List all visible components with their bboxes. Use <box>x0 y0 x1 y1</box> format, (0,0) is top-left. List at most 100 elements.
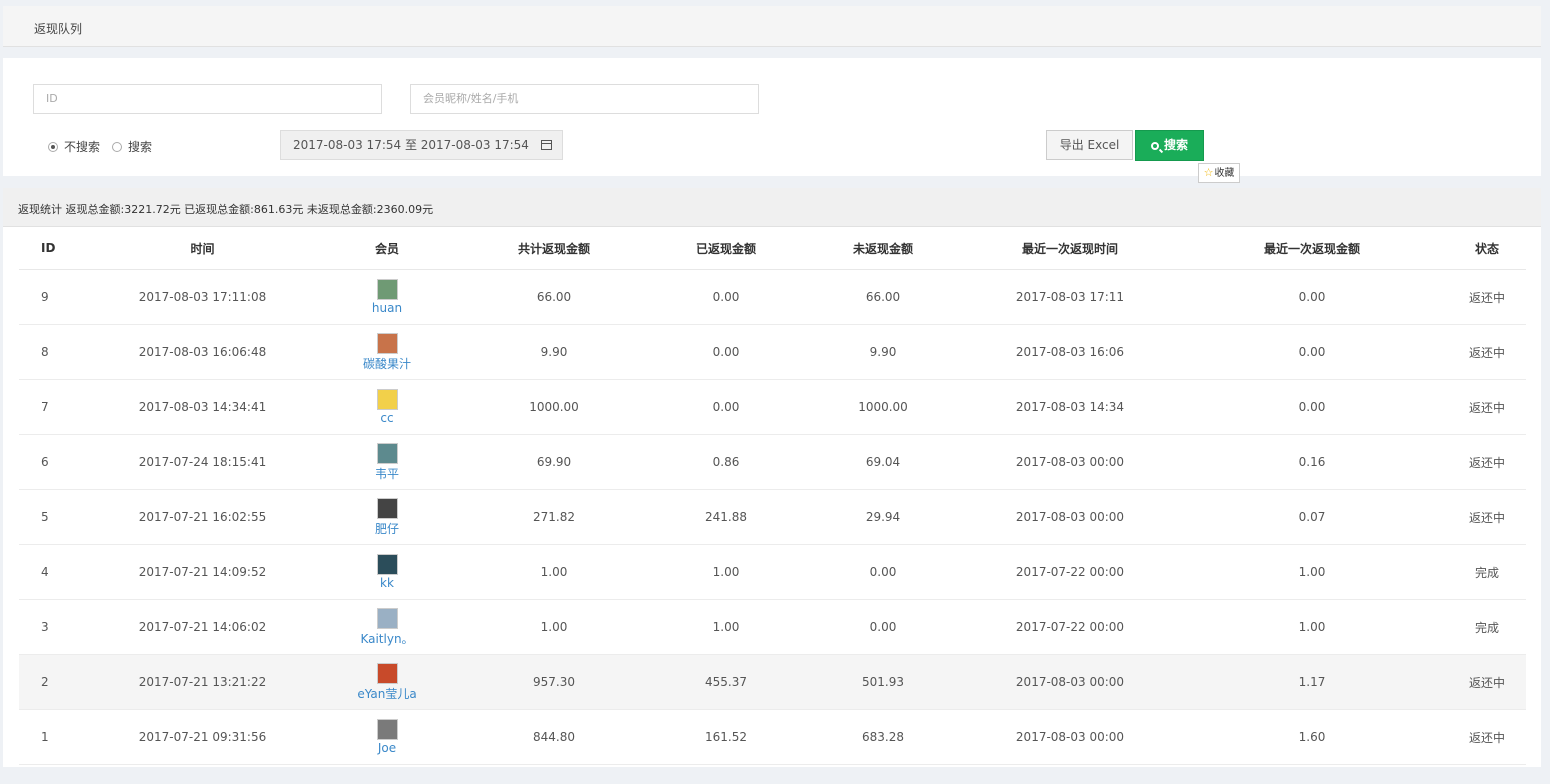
avatar[interactable] <box>376 332 398 354</box>
row-status: 返还中 <box>1448 709 1526 765</box>
table-row: 5 2017-07-21 16:02:55 肥仔 271.82 241.88 29.94 2… <box>19 489 1526 545</box>
filter-panel: ID 会员昵称/姓名/手机 不搜索 搜索 2017-08-03 17:54 至 … <box>3 58 1541 183</box>
row-total: 1000.00 <box>458 379 650 435</box>
row-time: 2017-08-03 16:06:48 <box>89 324 316 380</box>
radio-search[interactable] <box>112 141 123 152</box>
row-returned: 0.86 <box>650 434 802 490</box>
row-time: 2017-07-21 14:09:52 <box>89 544 316 600</box>
col-time[interactable]: 时间 <box>89 227 316 270</box>
row-returned: 161.52 <box>650 709 802 765</box>
row-remaining: 683.28 <box>802 709 964 765</box>
row-id: 8 <box>19 324 89 380</box>
avatar[interactable] <box>376 607 398 629</box>
id-input[interactable]: ID <box>33 84 382 114</box>
row-member: Joe <box>316 709 458 765</box>
radio-no-search-label: 不搜索 <box>64 140 101 154</box>
row-member: 韦平 <box>316 434 458 490</box>
search-button[interactable]: 搜索 <box>1135 130 1204 161</box>
avatar[interactable] <box>376 662 398 684</box>
row-status: 返还中 <box>1448 654 1526 710</box>
row-total: 69.90 <box>458 434 650 490</box>
row-time: 2017-07-24 18:15:41 <box>89 434 316 490</box>
row-remaining: 1000.00 <box>802 379 964 435</box>
search-icon <box>1150 142 1159 150</box>
table-row: 6 2017-07-24 18:15:41 韦平 69.90 0.86 69.04 2017… <box>19 434 1526 490</box>
row-remaining: 66.00 <box>802 269 964 325</box>
page-header: 返现队列 <box>3 6 1541 47</box>
member-name-link[interactable]: 碳酸果汁 <box>363 355 411 372</box>
row-time: 2017-07-21 14:06:02 <box>89 599 316 655</box>
col-status[interactable]: 状态 <box>1448 227 1526 270</box>
avatar[interactable] <box>376 554 398 575</box>
row-returned: 0.00 <box>650 269 802 325</box>
col-total[interactable]: 共计返现金额 <box>458 227 650 270</box>
member-name-link[interactable]: 韦平 <box>375 465 399 482</box>
avatar[interactable] <box>376 719 398 740</box>
row-total: 271.82 <box>458 489 650 545</box>
avatar[interactable] <box>376 279 398 300</box>
row-time: 2017-07-21 16:02:55 <box>89 489 316 545</box>
avatar[interactable] <box>376 497 398 519</box>
row-status: 完成 <box>1448 544 1526 600</box>
member-name-link[interactable]: eYan莹儿a <box>357 685 416 702</box>
row-id: 7 <box>19 379 89 435</box>
member-name-link[interactable]: Kaitlyn。 <box>360 630 413 647</box>
row-total: 9.90 <box>458 324 650 380</box>
row-last-time: 2017-07-22 00:00 <box>964 544 1176 600</box>
export-excel-button[interactable]: 导出 Excel <box>1046 130 1133 160</box>
row-status: 返还中 <box>1448 489 1526 545</box>
table-row: 3 2017-07-21 14:06:02 Kaitlyn。 1.00 1.00 0.00… <box>19 599 1526 655</box>
date-range-picker[interactable]: 2017-08-03 17:54 至 2017-08-03 17:54 <box>280 130 563 160</box>
row-id: 2 <box>19 654 89 710</box>
member-cell: Kaitlyn。 <box>316 607 458 647</box>
col-id[interactable]: ID <box>19 227 89 270</box>
row-remaining: 69.04 <box>802 434 964 490</box>
row-total: 844.80 <box>458 709 650 765</box>
search-button-label: 搜索 <box>1163 138 1188 152</box>
favorite-label: 收藏 <box>1214 168 1235 179</box>
row-id: 3 <box>19 599 89 655</box>
calendar-icon <box>541 140 552 150</box>
member-name-link[interactable]: 肥仔 <box>375 520 399 537</box>
row-last-time: 2017-07-22 00:00 <box>964 599 1176 655</box>
row-total: 1.00 <box>458 544 650 600</box>
table-header-row: ID 时间 会员 共计返现金额 已返现金额 未返现金额 最近一次返现时间 最近一… <box>19 227 1526 270</box>
member-name-link[interactable]: huan <box>372 301 402 315</box>
favorite-tooltip[interactable]: ☆收藏 <box>1198 163 1240 183</box>
row-member: 肥仔 <box>316 489 458 545</box>
avatar[interactable] <box>376 442 398 464</box>
row-status: 返还中 <box>1448 434 1526 490</box>
avatar[interactable] <box>376 389 398 410</box>
member-name-link[interactable]: kk <box>380 576 394 590</box>
col-last-time[interactable]: 最近一次返现时间 <box>964 227 1176 270</box>
page-title: 返现队列 <box>34 22 83 36</box>
table-row: 2 2017-07-21 13:21:22 eYan莹儿a 957.30 455.37 5… <box>19 654 1526 710</box>
member-name-link[interactable]: Joe <box>378 741 396 755</box>
row-status: 完成 <box>1448 599 1526 655</box>
cashback-stats-text: 返现统计 返现总金额:3221.72元 已返现总金额:861.63元 未返现总金… <box>18 203 434 216</box>
row-last-amount: 1.00 <box>1176 599 1448 655</box>
member-name-link[interactable]: cc <box>380 411 393 425</box>
member-cell: cc <box>316 389 458 425</box>
member-cell: 韦平 <box>316 442 458 482</box>
row-status: 返还中 <box>1448 379 1526 435</box>
row-last-amount: 0.07 <box>1176 489 1448 545</box>
row-member: 碳酸果汁 <box>316 324 458 380</box>
row-last-amount: 0.00 <box>1176 379 1448 435</box>
row-time: 2017-07-21 09:31:56 <box>89 709 316 765</box>
radio-no-search[interactable] <box>48 141 58 152</box>
col-remaining[interactable]: 未返现金额 <box>802 227 964 270</box>
row-returned: 0.00 <box>650 324 802 380</box>
col-member[interactable]: 会员 <box>316 227 458 270</box>
search-mode-radio-group: 不搜索 搜索 <box>48 138 152 155</box>
row-total: 1.00 <box>458 599 650 655</box>
row-remaining: 0.00 <box>802 544 964 600</box>
col-returned[interactable]: 已返现金额 <box>650 227 802 270</box>
table-row: 8 2017-08-03 16:06:48 碳酸果汁 9.90 0.00 9.90 2017… <box>19 324 1526 380</box>
row-last-amount: 1.17 <box>1176 654 1448 710</box>
member-search-input[interactable]: 会员昵称/姓名/手机 <box>410 84 759 114</box>
row-time: 2017-07-21 13:21:22 <box>89 654 316 710</box>
member-cell: 碳酸果汁 <box>316 332 458 372</box>
date-range-value: 2017-08-03 17:54 至 2017-08-03 17:54 <box>293 138 529 152</box>
col-last-amount[interactable]: 最近一次返现金额 <box>1176 227 1448 270</box>
